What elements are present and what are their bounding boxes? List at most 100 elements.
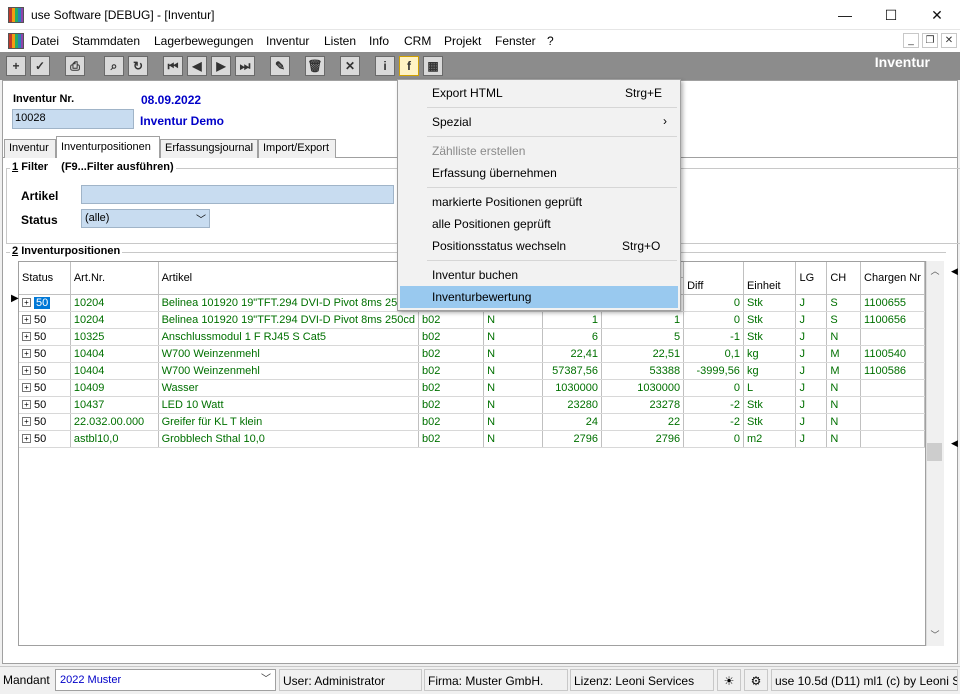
cell-chargen-nr[interactable]: 1100586: [860, 362, 925, 380]
prev-icon[interactable]: ◀: [187, 56, 207, 76]
cell-diff[interactable]: 0: [683, 430, 744, 448]
cell-einheit[interactable]: Stk: [743, 396, 797, 414]
cell-soll[interactable]: 24: [542, 413, 603, 431]
cell-ch[interactable]: S: [826, 311, 862, 329]
col-lg[interactable]: LG: [795, 262, 828, 295]
cell-ist[interactable]: 23278: [601, 396, 685, 414]
cell-soll[interactable]: 6: [542, 328, 603, 346]
cell-soll[interactable]: 1030000: [542, 379, 603, 397]
inventur-nr-field[interactable]: 10028: [12, 109, 134, 129]
cell-ist[interactable]: 1: [601, 311, 685, 329]
cell-artnr[interactable]: 10409: [70, 379, 159, 397]
close-button[interactable]: ✕: [914, 0, 960, 30]
collapse-right-icon-2[interactable]: ◀: [951, 438, 958, 449]
expand-icon[interactable]: +: [22, 434, 31, 444]
cell-soll[interactable]: 57387,56: [542, 362, 603, 380]
expand-icon[interactable]: +: [22, 400, 31, 410]
tab-inventurpositionen[interactable]: Inventurpositionen: [56, 136, 160, 158]
mandant-select[interactable]: 2022 Muster ﹀: [55, 669, 276, 691]
menu-help[interactable]: ?: [547, 34, 554, 48]
cell-einheit[interactable]: kg: [743, 362, 797, 380]
menu-item-alle-positionen[interactable]: alle Positionen geprüft: [432, 217, 551, 231]
cell-artnr[interactable]: 10404: [70, 362, 159, 380]
expand-icon[interactable]: +: [22, 349, 31, 359]
cell-ch[interactable]: N: [826, 413, 862, 431]
cell-status[interactable]: +50: [19, 328, 71, 346]
cell-soll[interactable]: 2796: [542, 430, 603, 448]
cell-diff[interactable]: 0: [683, 294, 744, 312]
scroll-down-icon[interactable]: ﹀: [926, 628, 944, 641]
table-row[interactable]: +50 10325 Anschlussmodul 1 F RJ45 S Cat5 b0…: [19, 328, 925, 346]
sun-icon[interactable]: ☀: [717, 669, 741, 691]
cell-chargen-nr[interactable]: [860, 413, 925, 431]
cell-chargen-nr[interactable]: [860, 328, 925, 346]
cell-flag[interactable]: N: [483, 328, 543, 346]
cell-einheit[interactable]: Stk: [743, 294, 797, 312]
cell-artikel[interactable]: Greifer für KL T klein: [158, 413, 419, 431]
scroll-up-icon[interactable]: ︿: [926, 264, 944, 277]
cell-ist[interactable]: 22: [601, 413, 685, 431]
cell-diff[interactable]: -1: [683, 328, 744, 346]
cell-einheit[interactable]: Stk: [743, 328, 797, 346]
first-icon[interactable]: ⏮: [163, 56, 183, 76]
cell-status[interactable]: +50: [19, 345, 71, 363]
menu-item-spezial[interactable]: Spezial: [432, 115, 471, 129]
cell-ch[interactable]: N: [826, 379, 862, 397]
cell-flag[interactable]: N: [483, 362, 543, 380]
cell-soll[interactable]: 23280: [542, 396, 603, 414]
cell-lg[interactable]: J: [795, 311, 828, 329]
table-row[interactable]: +50 10404 W700 Weinzenmehl b02 N 22,41 22,51 0,…: [19, 345, 925, 363]
cell-ch[interactable]: M: [826, 362, 862, 380]
col-ch[interactable]: CH: [826, 262, 862, 295]
table-row[interactable]: +50 10404 W700 Weinzenmehl b02 N 57387,56 5338…: [19, 362, 925, 380]
cell-status[interactable]: +50: [19, 413, 71, 431]
cell-artikel[interactable]: W700 Weinzenmehl: [158, 345, 419, 363]
table-row[interactable]: +50 10204 Belinea 101920 19"TFT.294 DVI-D …: [19, 311, 925, 329]
cell-chargen-nr[interactable]: [860, 379, 925, 397]
function-icon[interactable]: f: [399, 56, 419, 76]
cell-diff[interactable]: -3999,56: [683, 362, 744, 380]
cell-chargen-nr[interactable]: [860, 396, 925, 414]
table-row[interactable]: +50 10437 LED 10 Watt b02 N 23280 23278 -2 Stk J N: [19, 396, 925, 414]
cell-status[interactable]: +50: [19, 396, 71, 414]
table-row[interactable]: +50 10409 Wasser b02 N 1030000 1030000 0 L J N: [19, 379, 925, 397]
cell-chargen-nr[interactable]: 1100540: [860, 345, 925, 363]
menu-item-positionsstatus[interactable]: Positionsstatus wechseln: [432, 239, 566, 253]
expand-icon[interactable]: +: [22, 315, 31, 325]
expand-icon[interactable]: +: [22, 383, 31, 393]
menu-item-inventur-buchen[interactable]: Inventur buchen: [432, 268, 518, 282]
cell-artikel[interactable]: Belinea 101920 19"TFT.294 DVI-D Pivot 8m…: [158, 311, 419, 329]
menu-fenster[interactable]: Fenster: [495, 34, 536, 48]
col-chargen-nr[interactable]: Chargen Nr: [860, 262, 925, 295]
cell-diff[interactable]: 0: [683, 379, 744, 397]
cell-chargen-nr[interactable]: 1100655: [860, 294, 925, 312]
col-diff[interactable]: Diff: [683, 262, 744, 295]
menu-projekt[interactable]: Projekt: [444, 34, 481, 48]
scrollbar-thumb[interactable]: [927, 443, 942, 461]
cell-einheit[interactable]: kg: [743, 345, 797, 363]
collapse-right-icon[interactable]: ◀: [951, 266, 958, 277]
cell-status[interactable]: +50: [19, 311, 71, 329]
cell-lg[interactable]: J: [795, 379, 828, 397]
col-einheit[interactable]: Einheit: [743, 262, 797, 295]
cell-artnr[interactable]: 22.032.00.000: [70, 413, 159, 431]
cell-lg[interactable]: J: [795, 430, 828, 448]
table-row[interactable]: +50 astbl10,0 Grobblech Sthal 10,0 b02 N 2796…: [19, 430, 925, 448]
cell-lager[interactable]: b02: [418, 311, 485, 329]
cell-artnr[interactable]: 10325: [70, 328, 159, 346]
cell-artikel[interactable]: Wasser: [158, 379, 419, 397]
menu-info[interactable]: Info: [369, 34, 389, 48]
cell-ist[interactable]: 53388: [601, 362, 685, 380]
cell-artikel[interactable]: Grobblech Sthal 10,0: [158, 430, 419, 448]
cell-lg[interactable]: J: [795, 328, 828, 346]
cell-flag[interactable]: N: [483, 379, 543, 397]
search-icon[interactable]: ⌕: [104, 56, 124, 76]
cell-chargen-nr[interactable]: [860, 430, 925, 448]
cell-status[interactable]: +50: [19, 430, 71, 448]
cell-status[interactable]: +50: [19, 362, 71, 380]
cell-lager[interactable]: b02: [418, 413, 485, 431]
cell-soll[interactable]: 1: [542, 311, 603, 329]
last-icon[interactable]: ⏭: [235, 56, 255, 76]
menu-item-inventurbewertung[interactable]: Inventurbewertung: [432, 290, 531, 304]
mdi-minimize-icon[interactable]: _: [903, 33, 919, 48]
